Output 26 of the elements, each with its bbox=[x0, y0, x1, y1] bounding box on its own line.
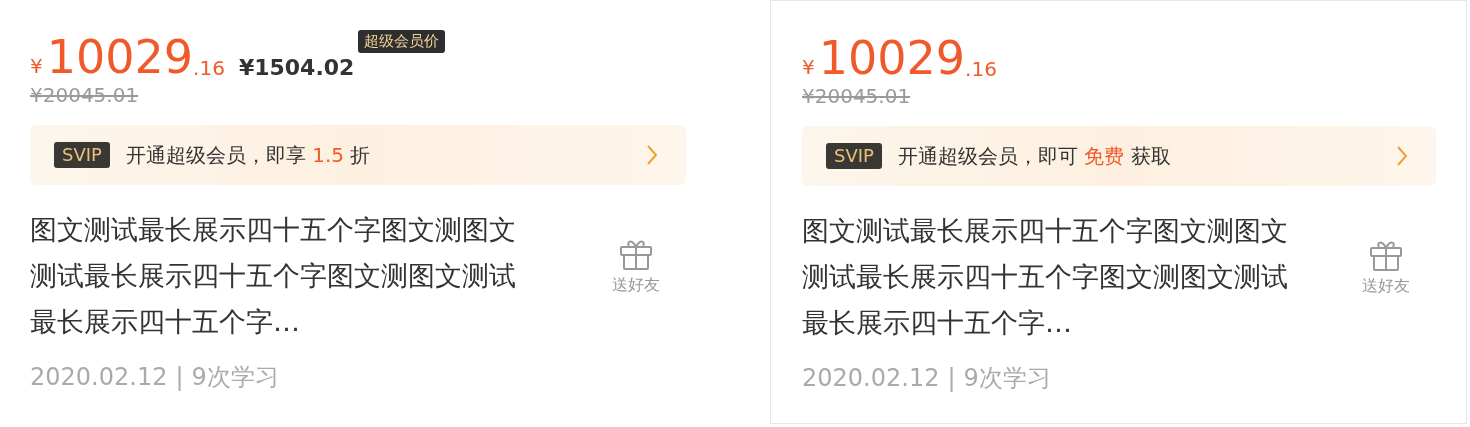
member-price: ¥1504.02 bbox=[238, 57, 355, 79]
separator: | bbox=[947, 366, 956, 390]
chevron-right-icon bbox=[646, 144, 658, 166]
price-decimal: .16 bbox=[193, 58, 225, 78]
separator: | bbox=[175, 365, 184, 389]
study-count: 9次学习 bbox=[191, 365, 279, 389]
course-title[interactable]: 图文测试最长展示四十五个字图文测图文 测试最长展示四十五个字图文测图文测试 最长展示四十五个字… bbox=[802, 208, 1362, 346]
chevron-right-icon bbox=[1396, 145, 1408, 167]
currency-symbol: ¥ bbox=[802, 57, 815, 77]
svip-badge: SVIP bbox=[826, 142, 882, 170]
original-price: ¥20045.01 bbox=[802, 86, 911, 106]
course-title[interactable]: 图文测试最长展示四十五个字图文测图文 测试最长展示四十五个字图文测图文测试 最长展示四十五个字… bbox=[30, 207, 590, 345]
original-price: ¥20045.01 bbox=[30, 85, 139, 105]
publish-date: 2020.02.12 bbox=[30, 365, 168, 389]
study-count: 9次学习 bbox=[963, 366, 1051, 390]
member-price-badge: 超级会员价 bbox=[358, 30, 446, 53]
banner-text: 开通超级会员，即享 1.5 折 bbox=[125, 142, 371, 169]
price-integer: 10029 bbox=[818, 35, 966, 81]
svip-banner[interactable]: SVIP 开通超级会员，即享 1.5 折 bbox=[30, 125, 686, 185]
publish-date: 2020.02.12 bbox=[802, 366, 940, 390]
price-integer: 10029 bbox=[46, 34, 194, 80]
banner-text: 开通超级会员，即可 免费 获取 bbox=[897, 143, 1171, 170]
svip-badge: SVIP bbox=[54, 141, 110, 169]
svip-banner[interactable]: SVIP 开通超级会员，即可 免费 获取 bbox=[802, 126, 1436, 186]
currency-symbol: ¥ bbox=[30, 56, 43, 76]
price-decimal: .16 bbox=[965, 59, 997, 79]
